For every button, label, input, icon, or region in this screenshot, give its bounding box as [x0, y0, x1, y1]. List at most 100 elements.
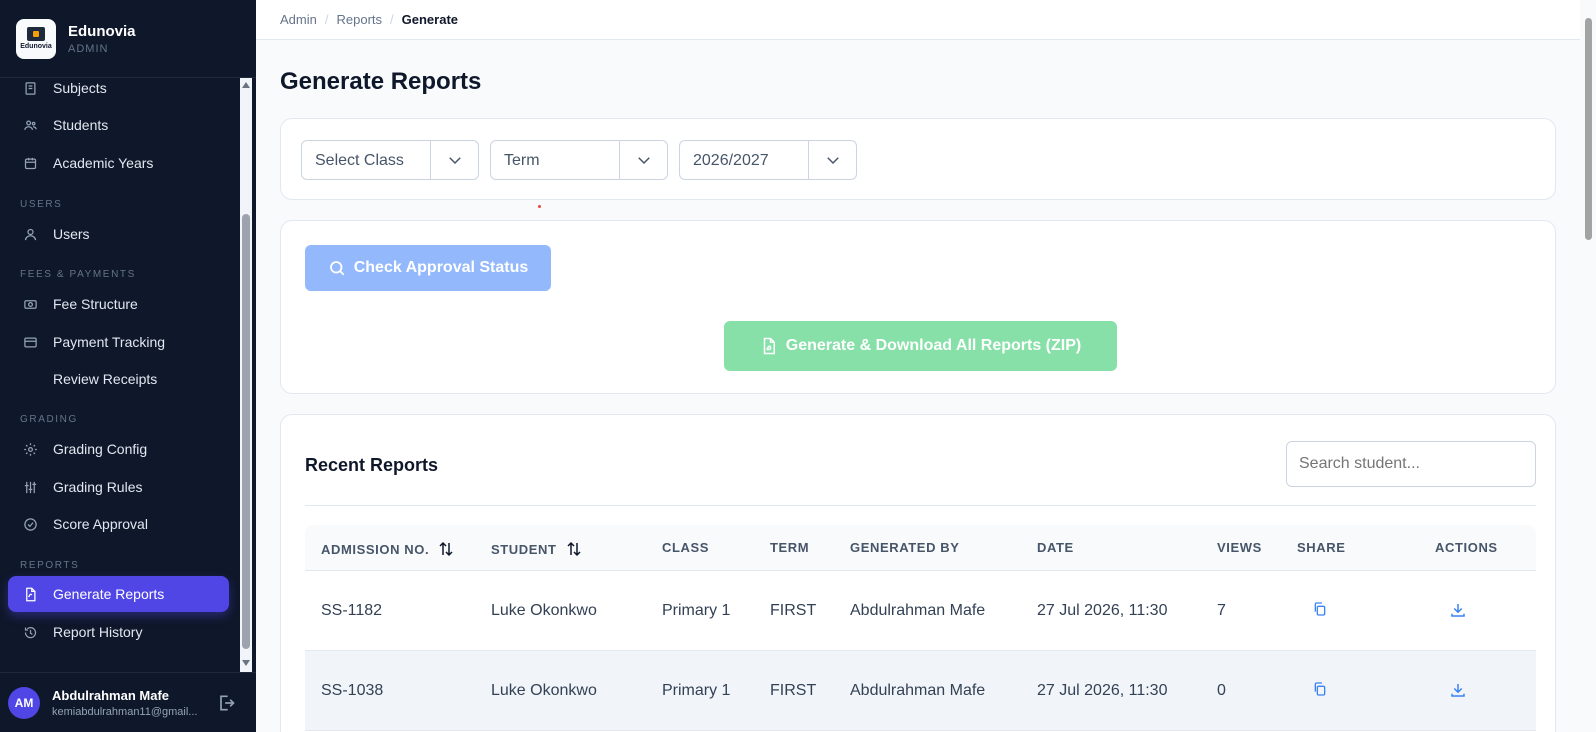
column-actions: ACTIONS: [1435, 540, 1498, 555]
breadcrumb: Admin / Reports / Generate: [256, 0, 1580, 40]
year-select[interactable]: 2026/2027: [679, 140, 857, 180]
cell-date: 27 Jul 2026, 11:30: [1037, 682, 1168, 699]
brand-name: Edunovia: [68, 22, 136, 40]
column-term: TERM: [770, 540, 810, 555]
sidebar-item-label: Grading Rules: [53, 479, 143, 495]
sidebar: Edunovia Edunovia ADMIN Subjects Student…: [0, 0, 256, 732]
sliders-icon: [22, 479, 38, 495]
column-date: DATE: [1037, 540, 1074, 555]
sidebar-item-label: Generate Reports: [53, 586, 165, 602]
check-circle-icon: [22, 516, 38, 532]
sidebar-item-review-receipts[interactable]: Review Receipts: [8, 361, 229, 397]
generate-download-label: Generate & Download All Reports (ZIP): [785, 337, 1082, 354]
logo-icon[interactable]: Edunovia: [16, 18, 56, 59]
sidebar-item-users[interactable]: Users: [8, 216, 229, 252]
breadcrumb-reports[interactable]: Reports: [336, 12, 382, 27]
class-select[interactable]: Select Class: [301, 140, 479, 180]
actions-card: Check Approval Status Generate & Downloa…: [280, 220, 1556, 394]
graduation-cap-icon: [27, 27, 45, 41]
column-generated-by: GENERATED BY: [850, 540, 960, 555]
sidebar-item-label: Grading Config: [53, 441, 148, 457]
sidebar-item-academic-years[interactable]: Academic Years: [8, 145, 229, 181]
table-row: SS-1038 Luke Okonkwo Primary 1 FIRST Abd…: [305, 651, 1536, 731]
users-icon: [22, 117, 38, 133]
credit-card-icon: [22, 334, 38, 350]
cell-views: 7: [1217, 602, 1226, 619]
page-scroll-thumb[interactable]: [1585, 18, 1592, 240]
section-grading: GRADING: [20, 414, 78, 425]
search-icon: [329, 261, 345, 276]
section-reports: REPORTS: [20, 560, 80, 571]
chevron-down-icon: [446, 151, 464, 169]
cell-date: 27 Jul 2026, 11:30: [1037, 602, 1168, 619]
money-icon: [22, 296, 38, 312]
sidebar-nav: Subjects Students Academic Years USERS U…: [0, 78, 240, 672]
generate-download-button[interactable]: Generate & Download All Reports (ZIP): [724, 321, 1117, 371]
page-title: Generate Reports: [280, 68, 482, 95]
sidebar-item-label: Review Receipts: [53, 371, 158, 387]
sidebar-item-grading-rules[interactable]: Grading Rules: [8, 469, 229, 505]
gear-icon: [22, 441, 38, 457]
user-email: kemiabdulrahman11@gmail...: [52, 705, 198, 718]
section-fees: FEES & PAYMENTS: [20, 269, 136, 280]
sidebar-item-subjects[interactable]: Subjects: [8, 78, 229, 106]
sidebar-item-label: Users: [53, 226, 90, 242]
scroll-up-icon[interactable]: [242, 82, 250, 88]
copy-link-icon[interactable]: [1312, 681, 1330, 699]
sidebar-item-grading-config[interactable]: Grading Config: [8, 431, 229, 467]
breadcrumb-separator: /: [324, 12, 329, 27]
recent-reports-title: Recent Reports: [305, 455, 439, 475]
sidebar-item-payment-tracking[interactable]: Payment Tracking: [8, 324, 229, 360]
sidebar-scrollbar[interactable]: [240, 78, 252, 672]
column-class: CLASS: [662, 540, 710, 555]
cell-student: Luke Okonkwo: [491, 602, 597, 619]
sidebar-item-report-history[interactable]: Report History: [8, 614, 229, 650]
sidebar-item-score-approval[interactable]: Score Approval: [8, 506, 229, 542]
download-icon[interactable]: [1449, 681, 1467, 699]
logo-text: Edunovia: [20, 43, 52, 50]
term-select[interactable]: Term: [490, 140, 668, 180]
sort-icon[interactable]: [437, 540, 455, 558]
filters-card: Select Class Term 2026/2027: [280, 118, 1556, 200]
chevron-down-icon: [635, 151, 653, 169]
cursor-dot: [538, 205, 541, 208]
breadcrumb-admin[interactable]: Admin: [280, 12, 317, 27]
page-scrollbar[interactable]: [1580, 0, 1596, 732]
sort-icon[interactable]: [565, 540, 583, 558]
class-select-value: Select Class: [315, 152, 404, 169]
scroll-down-icon[interactable]: [242, 660, 250, 666]
avatar[interactable]: AM: [8, 686, 40, 719]
sidebar-item-label: Report History: [53, 624, 143, 640]
cell-generated-by: Abdulrahman Mafe: [850, 682, 986, 699]
cell-admission: SS-1182: [321, 602, 383, 619]
cell-term: FIRST: [770, 682, 817, 699]
recent-reports-card: Recent Reports ADMISSION NO. STUDENT CLA…: [280, 414, 1556, 732]
cell-class: Primary 1: [662, 682, 731, 699]
cell-generated-by: Abdulrahman Mafe: [850, 602, 986, 619]
brand: Edunovia Edunovia ADMIN: [0, 0, 256, 78]
user-name: Abdulrahman Mafe: [52, 687, 170, 703]
table-row: SS-1182 Luke Okonkwo Primary 1 FIRST Abd…: [305, 571, 1536, 651]
sidebar-item-fee-structure[interactable]: Fee Structure: [8, 286, 229, 322]
file-icon: [22, 586, 38, 602]
check-approval-button[interactable]: Check Approval Status: [305, 245, 551, 291]
sidebar-item-label: Payment Tracking: [53, 334, 166, 350]
calendar-icon: [22, 155, 38, 171]
breadcrumb-separator: /: [390, 12, 394, 27]
copy-link-icon[interactable]: [1312, 601, 1330, 619]
year-select-value: 2026/2027: [693, 152, 769, 169]
sidebar-item-generate-reports[interactable]: Generate Reports: [8, 576, 229, 612]
download-icon[interactable]: [1449, 601, 1467, 619]
search-student-input[interactable]: [1286, 441, 1536, 487]
sidebar-item-label: Score Approval: [53, 516, 148, 532]
sidebar-scroll-thumb[interactable]: [242, 214, 250, 649]
brand-role: ADMIN: [68, 42, 109, 55]
logout-icon[interactable]: [216, 693, 236, 713]
column-admission[interactable]: ADMISSION NO.: [321, 540, 455, 558]
sidebar-item-label: Academic Years: [53, 155, 154, 171]
breadcrumb-generate: Generate: [401, 12, 459, 27]
column-student[interactable]: STUDENT: [491, 540, 583, 558]
column-share: SHARE: [1297, 540, 1346, 555]
book-icon: [22, 80, 38, 96]
sidebar-item-students[interactable]: Students: [8, 107, 229, 143]
